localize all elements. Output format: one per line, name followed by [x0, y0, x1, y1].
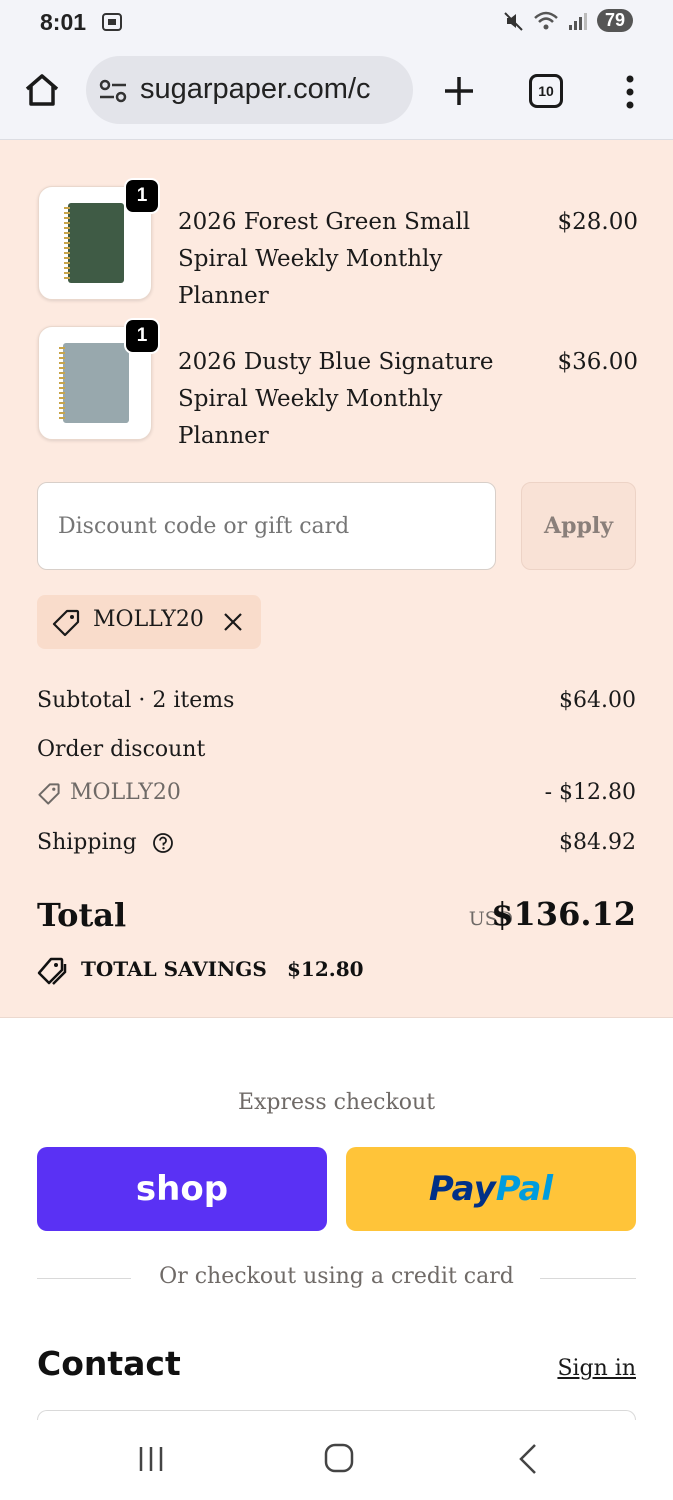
item-name: 2026 Dusty Blue Signature Spiral Weekly … — [178, 349, 494, 449]
subtotal-value: $64.00 — [559, 688, 636, 713]
order-discount-label: Order discount — [37, 737, 206, 762]
contact-email-field[interactable] — [37, 1410, 636, 1420]
more-options-icon[interactable] — [618, 72, 642, 112]
express-checkout-title: Express checkout — [237, 1090, 436, 1115]
wifi-icon — [534, 11, 558, 29]
close-icon[interactable] — [219, 608, 247, 636]
order-discount-code: MOLLY20 — [70, 780, 181, 805]
apply-button[interactable]: Apply — [521, 482, 636, 570]
tags-icon — [37, 957, 67, 985]
home-nav-icon[interactable] — [323, 1442, 355, 1474]
discount-code: MOLLY20 — [93, 607, 204, 632]
recent-apps-icon[interactable] — [136, 1444, 166, 1474]
paypal-button[interactable]: PayPal — [346, 1147, 636, 1231]
planner-image — [64, 203, 124, 283]
browser-toolbar: sugarpaper.com/c 10 — [0, 44, 673, 140]
home-icon[interactable] — [22, 70, 62, 110]
tag-icon — [38, 783, 60, 805]
status-indicators: 79 — [503, 9, 633, 32]
system-nav-bar — [0, 1420, 673, 1500]
total-value: $136.12 — [491, 895, 636, 933]
shipping-value: $84.92 — [559, 830, 636, 855]
address-bar[interactable]: sugarpaper.com/c — [86, 56, 413, 124]
paypal-label-pal: Pal — [495, 1169, 554, 1209]
help-icon[interactable] — [152, 832, 174, 854]
discount-field[interactable] — [37, 482, 496, 570]
order-discount-row: Order discount — [37, 737, 636, 762]
subtotal-label: Subtotal · 2 items — [37, 688, 235, 713]
site-settings-icon[interactable] — [98, 78, 128, 104]
subtotal-row: Subtotal · 2 items $64.00 — [37, 688, 636, 713]
item-price: $28.00 — [557, 209, 638, 235]
signal-icon — [568, 12, 587, 30]
applied-discount-chip: MOLLY20 — [37, 595, 261, 649]
divider-text: Or checkout using a credit card — [159, 1264, 514, 1289]
contact-heading: Contact — [37, 1344, 181, 1383]
discount-input[interactable] — [38, 483, 495, 569]
savings-label: TOTAL SAVINGS — [81, 957, 267, 981]
order-summary: 1 2026 Forest Green Small Spiral Weekly … — [0, 140, 673, 1018]
savings-value: $12.80 — [287, 957, 364, 981]
tab-switcher-button[interactable]: 10 — [529, 74, 563, 108]
url-text: sugarpaper.com/c — [140, 73, 371, 105]
checkout-divider: Or checkout using a credit card — [37, 1264, 636, 1294]
screenshot-icon — [102, 13, 122, 31]
quantity-badge: 1 — [124, 178, 160, 214]
item-name: 2026 Forest Green Small Spiral Weekly Mo… — [178, 209, 471, 309]
back-icon[interactable] — [516, 1442, 540, 1476]
shipping-row: Shipping $84.92 — [37, 830, 636, 855]
battery-indicator: 79 — [596, 9, 633, 32]
order-discount-value: - $12.80 — [544, 780, 636, 805]
new-tab-icon[interactable] — [440, 72, 478, 110]
shipping-label: Shipping — [37, 830, 137, 855]
mute-icon — [504, 11, 523, 31]
status-time: 8:01 — [40, 9, 87, 35]
quantity-badge: 1 — [124, 318, 160, 354]
status-bar: 8:01 79 — [0, 0, 673, 44]
tag-icon — [52, 609, 80, 637]
total-label: Total — [37, 896, 127, 934]
item-price: $36.00 — [557, 349, 638, 375]
sign-in-link[interactable]: Sign in — [557, 1356, 636, 1381]
paypal-label-pay: Pay — [428, 1169, 496, 1209]
planner-image — [59, 343, 129, 423]
shop-pay-button[interactable]: shop — [37, 1147, 327, 1231]
